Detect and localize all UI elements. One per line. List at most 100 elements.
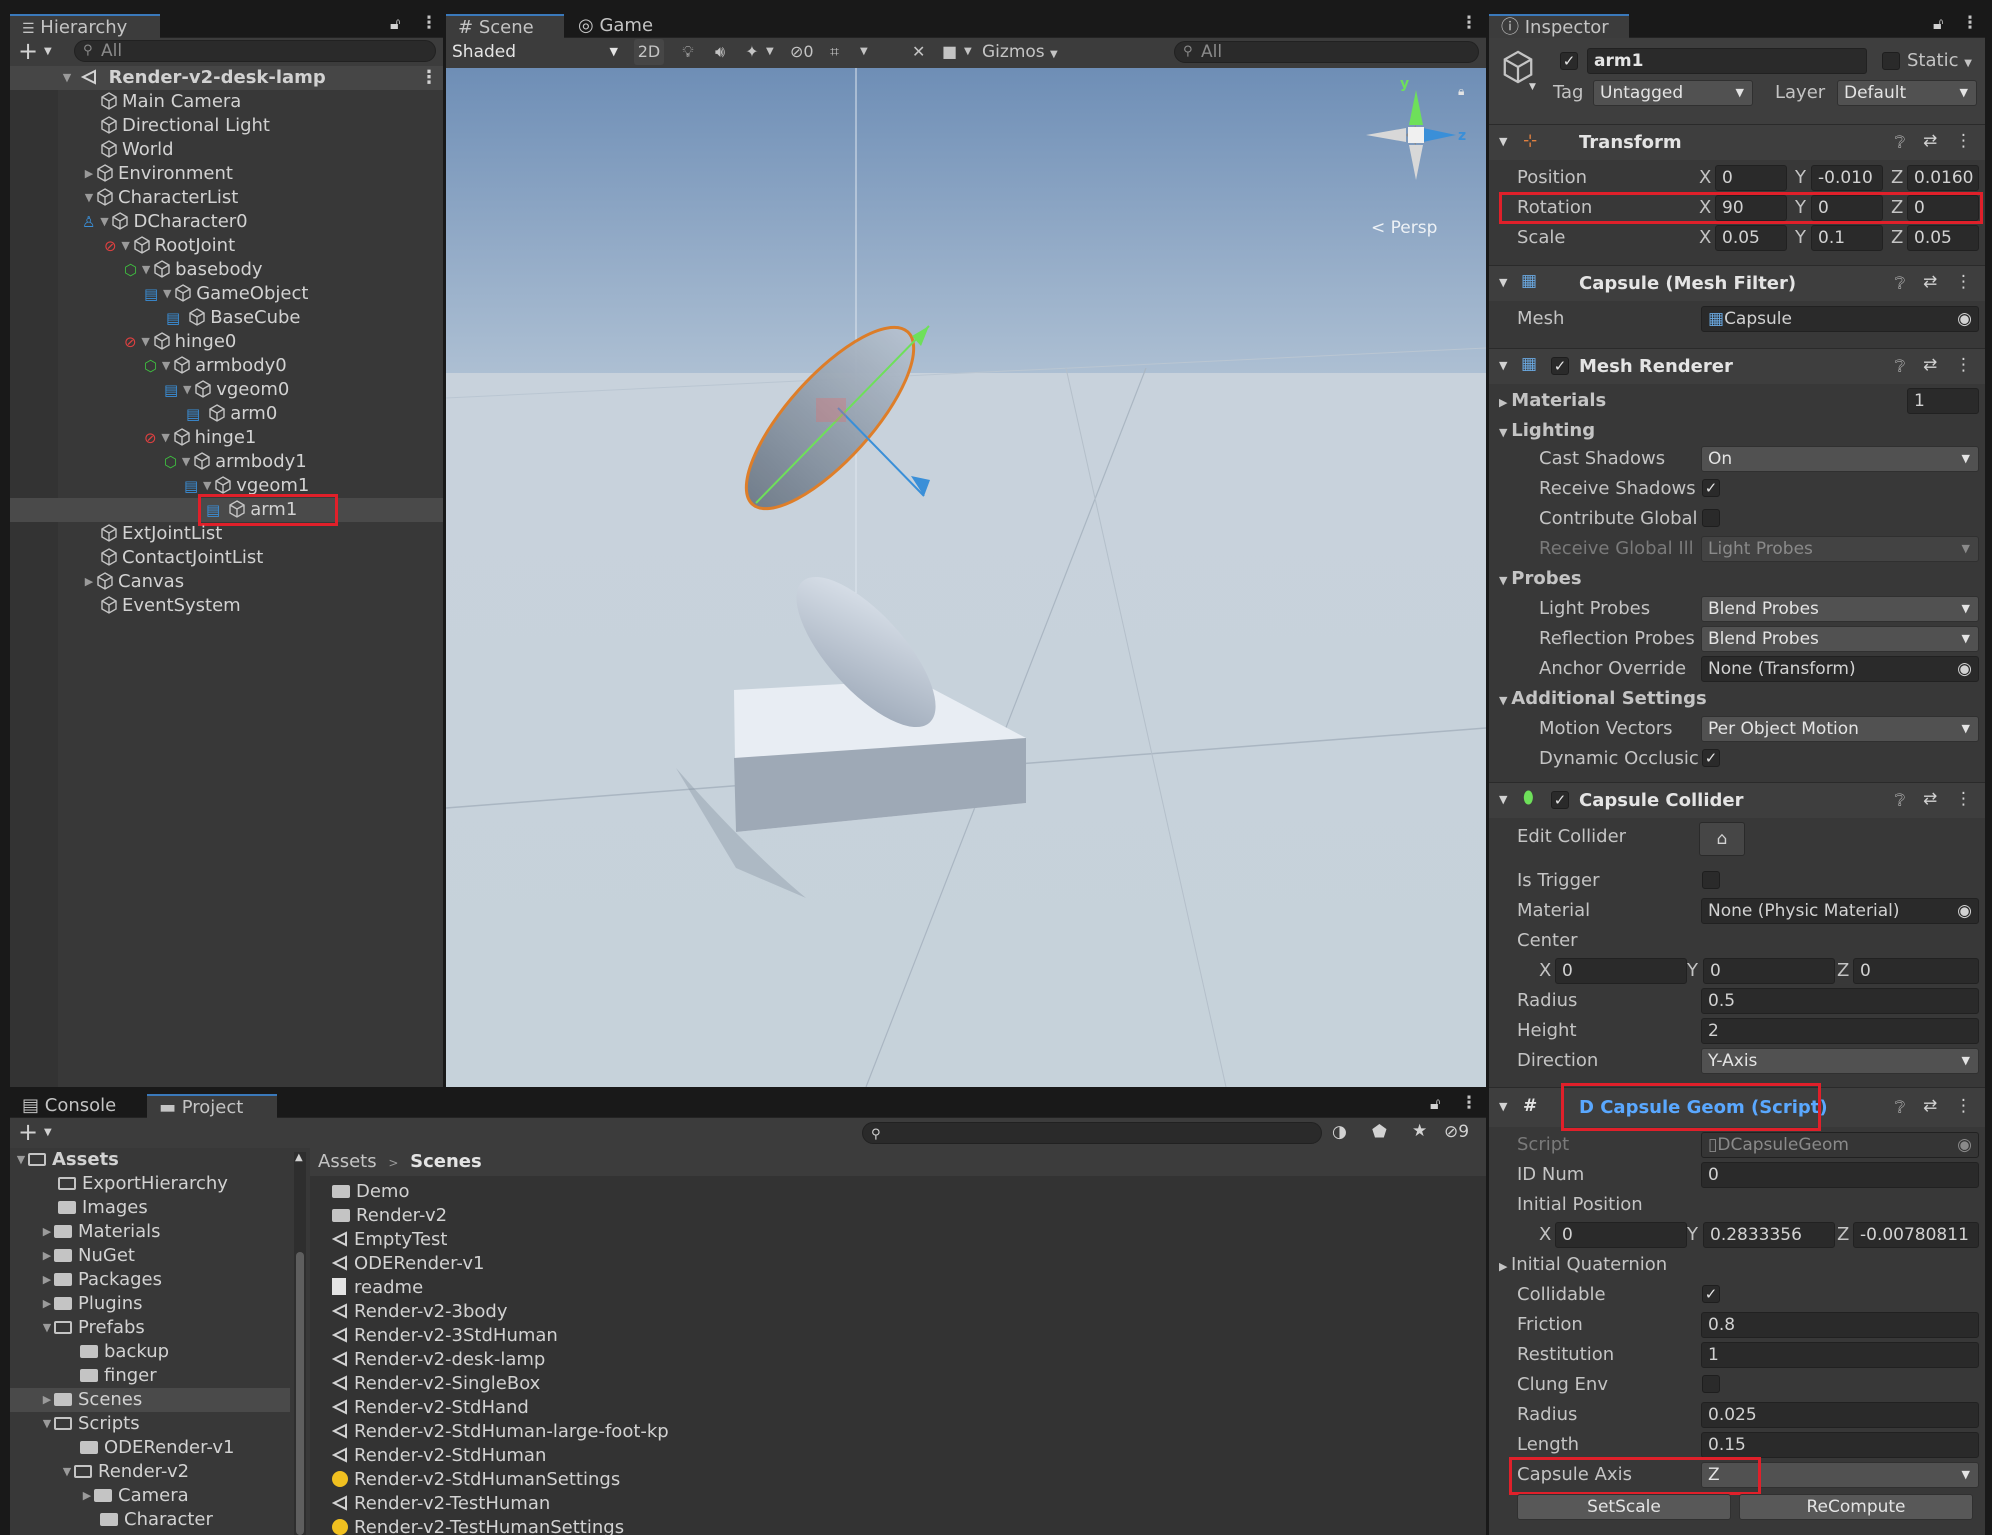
target-picker-icon[interactable]: ◉ xyxy=(1957,307,1972,331)
hierarchy-item-canvas[interactable]: ▶ Canvas xyxy=(82,570,184,594)
more-options-icon[interactable]: ⋮ xyxy=(1955,272,1972,292)
expand-arrow-icon[interactable]: ▼ xyxy=(40,1412,54,1436)
tree-item-prefabs[interactable]: ▼ Prefabs xyxy=(40,1316,145,1340)
expand-arrow-icon[interactable]: ▶ xyxy=(40,1244,54,1268)
lock-icon[interactable]: 🔓︎ xyxy=(1933,14,1943,34)
tree-item-scripts[interactable]: ▼ Scripts xyxy=(40,1412,140,1436)
file-item-readme[interactable]: readme xyxy=(332,1276,423,1300)
hierarchy-item-hinge1[interactable]: ⊘ ▼ hinge1 xyxy=(144,426,256,450)
hierarchy-item-contactjointlist[interactable]: ContactJointList xyxy=(100,546,263,570)
help-icon[interactable]: ❔︎ xyxy=(1895,357,1905,377)
more-options-icon[interactable]: ⋮ xyxy=(1955,1096,1972,1116)
clung-env-checkbox[interactable] xyxy=(1702,1375,1720,1393)
recompute-button[interactable]: ReCompute xyxy=(1739,1494,1973,1520)
edit-collider-button[interactable]: ⌂ xyxy=(1699,822,1745,856)
capsule-collider-enabled-checkbox[interactable]: ✓ xyxy=(1551,791,1569,809)
file-item-render-v2-stdhumansettings[interactable]: Render-v2-StdHumanSettings xyxy=(332,1468,620,1492)
light-probes-dropdown[interactable]: Blend Probes ▼ xyxy=(1701,596,1979,622)
more-options-icon[interactable]: ⋮ xyxy=(1961,13,1979,33)
preset-icon[interactable]: ⇄ xyxy=(1923,131,1937,151)
view-orientation-gizmo[interactable] xyxy=(1361,80,1471,190)
collider-radius-field[interactable]: 0.5 xyxy=(1701,988,1979,1014)
preset-icon[interactable]: ⇄ xyxy=(1923,789,1937,809)
preset-icon[interactable]: ⇄ xyxy=(1923,272,1937,292)
hierarchy-item-directional-light[interactable]: Directional Light xyxy=(100,114,270,138)
more-options-icon[interactable]: ⋮ xyxy=(1955,131,1972,151)
file-item-render-v2-desk-lamp[interactable]: Render-v2-desk-lamp xyxy=(332,1348,545,1372)
geom-radius-field[interactable]: 0.025 xyxy=(1701,1402,1979,1428)
center-z-field[interactable]: 0 xyxy=(1853,958,1979,984)
static-label[interactable]: Static ▼ xyxy=(1907,50,1972,71)
preset-icon[interactable]: ⇄ xyxy=(1923,355,1937,375)
more-options-icon[interactable]: ⋮ xyxy=(1955,355,1972,375)
tree-item-scenes[interactable]: ▶ Scenes xyxy=(40,1388,143,1412)
collider-material-field[interactable]: None (Physic Material) ◉ xyxy=(1701,898,1979,924)
dynamic-occlusion-checkbox[interactable]: ✓ xyxy=(1702,749,1720,767)
chevron-down-icon[interactable]: ▼ xyxy=(964,38,972,66)
hidden-objects-icon[interactable]: ⊘0 xyxy=(790,38,814,66)
expand-arrow-icon[interactable]: ▶ xyxy=(40,1292,54,1316)
help-icon[interactable]: ❔︎ xyxy=(1895,133,1905,153)
tree-item-plugins[interactable]: ▶ Plugins xyxy=(40,1292,143,1316)
file-item-demo[interactable]: Demo xyxy=(332,1180,409,1204)
perspective-label[interactable]: < Persp xyxy=(1371,218,1437,238)
cast-shadows-dropdown[interactable]: On ▼ xyxy=(1701,446,1979,472)
center-x-field[interactable]: 0 xyxy=(1555,958,1687,984)
scene-search-input[interactable]: ⚲ All xyxy=(1174,41,1479,63)
hierarchy-item-basebody[interactable]: ⬡ ▼ basebody xyxy=(124,258,263,282)
file-item-render-v2-testhumansettings[interactable]: Render-v2-TestHumanSettings xyxy=(332,1516,624,1535)
chevron-down-icon[interactable]: ▼ xyxy=(44,1127,52,1138)
tab-inspector[interactable]: ⓘ Inspector xyxy=(1489,14,1629,38)
expand-arrow-icon[interactable]: ▼ xyxy=(139,330,153,354)
hierarchy-item-armbody1[interactable]: ⬡ ▼ armbody1 xyxy=(164,450,307,474)
tag-dropdown[interactable]: Untagged ▼ xyxy=(1593,80,1753,106)
hierarchy-item-armbody0[interactable]: ⬡ ▼ armbody0 xyxy=(144,354,287,378)
more-options-icon[interactable]: ⋮ xyxy=(1460,1093,1478,1113)
tab-game[interactable]: ◎ Game xyxy=(566,14,676,38)
expand-arrow-icon[interactable]: ▶ xyxy=(82,570,96,594)
chevron-down-icon[interactable]: ▼ xyxy=(1499,1100,1507,1113)
expand-arrow-icon[interactable]: ▶ xyxy=(80,1484,94,1508)
tree-item-backup[interactable]: backup xyxy=(80,1340,169,1364)
is-trigger-checkbox[interactable] xyxy=(1702,871,1720,889)
reflection-probes-dropdown[interactable]: Blend Probes ▼ xyxy=(1701,626,1979,652)
expand-arrow-icon[interactable]: ▼ xyxy=(119,234,133,258)
file-item-render-v2-stdhuman[interactable]: Render-v2-StdHuman xyxy=(332,1444,546,1468)
tree-item-camera[interactable]: ▶ Camera xyxy=(80,1484,189,1508)
file-item-render-v2-3body[interactable]: Render-v2-3body xyxy=(332,1300,508,1324)
expand-arrow-icon[interactable]: ▼ xyxy=(180,378,194,402)
expand-arrow-icon[interactable]: ▼ xyxy=(159,354,173,378)
restitution-field[interactable]: 1 xyxy=(1701,1342,1979,1368)
lock-icon[interactable]: 🔓︎ xyxy=(1430,1094,1440,1114)
initial-position-x-field[interactable]: 0 xyxy=(1555,1222,1687,1248)
hierarchy-item-gameobject[interactable]: ▤ ▼ GameObject xyxy=(144,282,308,306)
help-icon[interactable]: ❔︎ xyxy=(1895,274,1905,294)
tab-project[interactable]: ▬ Project xyxy=(147,1094,277,1118)
chevron-down-icon[interactable]: ▼ xyxy=(1529,82,1536,92)
lock-icon[interactable]: 🔒︎ xyxy=(1458,84,1464,99)
hierarchy-item-basecube[interactable]: ▤ BaseCube xyxy=(166,306,301,330)
setscale-button[interactable]: SetScale xyxy=(1517,1494,1731,1520)
expand-arrow-icon[interactable]: ▼ xyxy=(179,450,193,474)
expand-arrow-icon[interactable]: ▼ xyxy=(14,1148,28,1172)
motion-vectors-dropdown[interactable]: Per Object Motion ▼ xyxy=(1701,716,1979,742)
shading-mode-dropdown[interactable]: Shaded ▼ xyxy=(446,40,626,66)
camera-icon[interactable]: ■ xyxy=(942,38,957,66)
favorite-star-icon[interactable]: ★ xyxy=(1412,1121,1427,1141)
filter-type-icon[interactable]: ◑ xyxy=(1332,1122,1347,1142)
hierarchy-item-hinge0[interactable]: ⊘ ▼ hinge0 xyxy=(124,330,236,354)
audio-icon[interactable]: 🔊︎ xyxy=(708,38,732,66)
tree-item-nuget[interactable]: ▶ NuGet xyxy=(40,1244,135,1268)
lighting-foldout[interactable]: ▼ Lighting xyxy=(1499,420,1595,441)
tree-item-character[interactable]: Character xyxy=(100,1508,213,1532)
filter-label-icon[interactable]: ⬟ xyxy=(1372,1122,1387,1142)
scene-options-icon[interactable]: ⋮ xyxy=(420,66,438,90)
more-options-icon[interactable]: ⋮ xyxy=(1460,13,1478,33)
chevron-down-icon[interactable]: ▼ xyxy=(44,46,52,57)
id-num-field[interactable]: 0 xyxy=(1701,1162,1979,1188)
tree-item-materials[interactable]: ▶ Materials xyxy=(40,1220,161,1244)
effects-icon[interactable]: ✦ xyxy=(740,38,764,66)
target-picker-icon[interactable]: ◉ xyxy=(1957,899,1972,923)
initial-position-z-field[interactable]: -0.00780811 xyxy=(1853,1222,1979,1248)
chevron-down-icon[interactable]: ▼ xyxy=(1499,276,1507,289)
